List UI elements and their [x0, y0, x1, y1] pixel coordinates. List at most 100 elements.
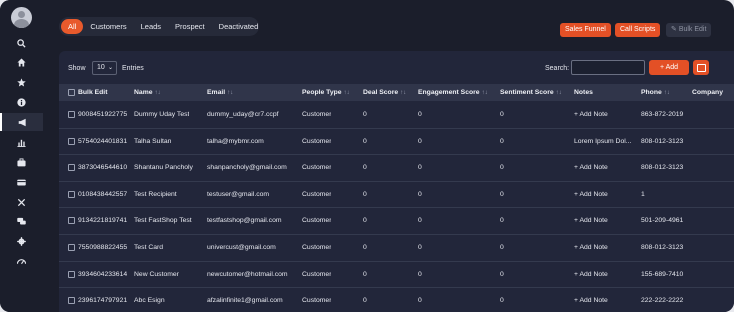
card-icon[interactable] — [0, 173, 43, 191]
add-note-link[interactable]: + Add Note — [574, 288, 608, 312]
column-header-name[interactable]: Name ↑↓ — [134, 84, 161, 101]
avatar[interactable] — [11, 7, 32, 28]
search-icon[interactable] — [0, 34, 43, 52]
sort-icon[interactable]: ↑↓ — [400, 90, 406, 96]
table-row[interactable]: 3873046544610 Shantanu Pancholy shanpancho… — [59, 155, 734, 182]
cell-record-id: 9008451922775 — [78, 111, 128, 118]
chart-icon[interactable] — [0, 133, 43, 151]
table-row[interactable]: 9134221819741 Test FastShop Test testfasts… — [59, 208, 734, 235]
row-checkbox[interactable] — [68, 297, 75, 305]
cell-phone: 863-872-2019 — [641, 111, 684, 118]
add-note-link[interactable]: + Add Note — [574, 208, 608, 234]
cell-deal-score: 0 — [363, 111, 367, 118]
star-icon[interactable] — [0, 73, 43, 91]
people-filter-tabs: All Customers Leads Prospect Deactivated — [59, 17, 259, 36]
table-row[interactable]: 9008451922775 Dummy Uday Test dummy_uday@c… — [59, 102, 734, 129]
column-header-email[interactable]: Email ↑↓ — [207, 84, 233, 101]
sort-icon[interactable]: ↑↓ — [344, 90, 350, 96]
sales-funnel-button[interactable]: Sales Funnel — [560, 23, 611, 37]
column-header-sentiment-score[interactable]: Sentiment Score ↑↓ — [500, 84, 562, 101]
cell-people-type: Customer — [302, 270, 332, 278]
tools-icon[interactable] — [0, 193, 43, 211]
filter-prospect[interactable]: Prospect — [168, 19, 212, 34]
row-checkbox[interactable] — [68, 217, 75, 225]
column-header-bulk-edit[interactable]: Bulk Edit — [78, 84, 107, 101]
page-size-value: 10 — [97, 64, 105, 71]
table-row[interactable]: 0108438442557 Test Recipient testuser@gmai… — [59, 182, 734, 209]
column-header-deal-score[interactable]: Deal Score ↑↓ — [363, 84, 406, 101]
cell-sentiment-score: 0 — [500, 137, 504, 145]
cell-deal-score: 0 — [363, 217, 367, 225]
table-row[interactable]: 7550988822455 Test Card univercust@gmail.c… — [59, 235, 734, 262]
filter-all[interactable]: All — [61, 19, 84, 34]
cell-sentiment-score: 0 — [500, 164, 504, 172]
sort-icon[interactable]: ↑↓ — [155, 90, 161, 96]
table-row[interactable]: 2396174797921 Abc Esign afzalinfinite1@gma… — [59, 288, 734, 312]
add-note-link[interactable]: + Add Note — [574, 235, 608, 261]
add-note-link[interactable]: + Add Note — [574, 262, 608, 288]
column-header-label: Notes — [574, 89, 593, 96]
cell-name[interactable]: Dummy Uday Test — [134, 102, 189, 128]
row-checkbox[interactable] — [68, 244, 75, 251]
cell-notes[interactable]: Lorem Ipsum Dol... — [574, 129, 631, 155]
call-scripts-button[interactable]: Call Scripts — [615, 23, 661, 37]
megaphone-icon[interactable] — [0, 113, 43, 131]
cell-engagement-score: 0 — [418, 297, 422, 305]
table-row[interactable]: 5754024401831 Talha Sultan talha@mybmr.com… — [59, 129, 734, 156]
speedometer-icon[interactable] — [0, 252, 43, 270]
row-checkbox[interactable] — [68, 164, 75, 172]
cell-name[interactable]: Test FastShop Test — [134, 208, 192, 234]
row-checkbox[interactable] — [68, 137, 75, 145]
row-checkbox[interactable] — [68, 270, 75, 278]
briefcase-icon[interactable] — [0, 153, 43, 171]
sort-icon[interactable]: ↑↓ — [664, 90, 670, 96]
sort-icon[interactable]: ↑↓ — [482, 90, 488, 96]
home-icon[interactable] — [0, 53, 43, 71]
add-note-link[interactable]: + Add Note — [574, 102, 608, 128]
filter-leads[interactable]: Leads — [134, 19, 168, 34]
cell-name[interactable]: Test Card — [134, 235, 163, 261]
cell-deal-score: 0 — [363, 270, 367, 278]
sort-icon[interactable]: ↑↓ — [227, 90, 233, 96]
cell-email: newcutomer@hotmail.com — [207, 270, 288, 278]
cell-people-type: Customer — [302, 297, 332, 305]
cell-name[interactable]: Test Recipient — [134, 182, 177, 208]
sort-icon[interactable]: ↑↓ — [556, 90, 562, 96]
column-header-notes[interactable]: Notes — [574, 84, 593, 101]
bulk-edit-button[interactable]: ✎ Bulk Edit — [666, 23, 712, 37]
column-header-phone[interactable]: Phone ↑↓ — [641, 84, 670, 101]
add-button[interactable]: + Add — [649, 60, 689, 75]
cell-record-id: 9134221819741 — [78, 217, 128, 225]
search-input[interactable] — [571, 60, 645, 75]
cell-record-id: 7550988822455 — [78, 244, 128, 251]
filter-customers[interactable]: Customers — [83, 19, 133, 34]
cell-engagement-score: 0 — [418, 244, 422, 251]
select-all-checkbox[interactable] — [68, 89, 75, 96]
column-header-people-type[interactable]: People Type ↑↓ — [302, 84, 350, 101]
column-header-engagement-score[interactable]: Engagement Score ↑↓ — [418, 84, 488, 101]
cell-email: testfastshop@gmail.com — [207, 217, 282, 225]
cell-name[interactable]: Abc Esign — [134, 288, 165, 312]
chevron-down-icon: ⌄ — [107, 65, 113, 71]
info-icon[interactable] — [0, 93, 43, 111]
row-checkbox[interactable] — [68, 111, 75, 118]
gear-icon[interactable] — [0, 232, 43, 250]
add-note-link[interactable]: + Add Note — [574, 155, 608, 181]
cell-name[interactable]: Talha Sultan — [134, 129, 171, 155]
table-row[interactable]: 3934604233614 New Customer newcutomer@hotm… — [59, 262, 734, 289]
add-note-link[interactable]: + Add Note — [574, 182, 608, 208]
filter-deactivated[interactable]: Deactivated — [212, 19, 266, 34]
chat-icon[interactable] — [0, 212, 43, 230]
bulk-edit-label: Bulk Edit — [678, 26, 707, 33]
column-toggle-icon[interactable] — [693, 60, 709, 75]
cell-people-type: Customer — [302, 137, 332, 145]
column-header-label: People Type — [302, 89, 342, 96]
row-checkbox[interactable] — [68, 190, 75, 198]
column-header-company[interactable]: Company — [692, 84, 723, 101]
cell-name[interactable]: Shantanu Pancholy — [134, 155, 193, 181]
page-size-select[interactable]: 10 ⌄ — [92, 61, 117, 75]
cell-name[interactable]: New Customer — [134, 262, 179, 288]
cell-phone: 501-209-4961 — [641, 217, 684, 225]
column-header-label: Deal Score — [363, 89, 399, 96]
show-label: Show — [68, 65, 86, 72]
